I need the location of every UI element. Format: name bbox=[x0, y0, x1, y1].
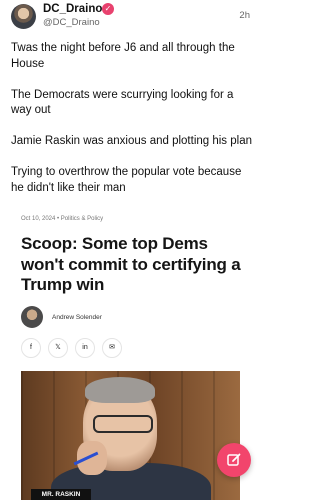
post-paragraph: Jamie Raskin was anxious and plotting hi… bbox=[11, 135, 252, 147]
photo-hair bbox=[85, 377, 155, 403]
post-paragraph: The Democrats were scurrying looking for… bbox=[11, 88, 234, 117]
author-avatar bbox=[21, 306, 43, 328]
avatar[interactable] bbox=[11, 4, 36, 29]
compose-icon bbox=[227, 453, 241, 466]
timestamp: 2h bbox=[239, 10, 250, 21]
nameplate: MR. RASKIN bbox=[31, 489, 91, 500]
post-paragraph: Trying to overthrow the popular vote bec… bbox=[11, 166, 242, 194]
facebook-share-icon[interactable]: f bbox=[21, 338, 41, 358]
linkedin-share-icon[interactable]: in bbox=[75, 338, 95, 358]
post-header: DC_Draino ✓ @DC_Draino 2h bbox=[0, 0, 262, 36]
email-share-icon[interactable]: ✉ bbox=[102, 338, 122, 358]
photo-glasses bbox=[93, 415, 153, 433]
article-meta: Oct 10, 2024 • Politics & Policy bbox=[21, 216, 104, 222]
verified-badge-icon: ✓ bbox=[102, 3, 114, 15]
author-name[interactable]: Andrew Solender bbox=[52, 314, 102, 321]
article-photo[interactable]: MR. RASKIN bbox=[21, 371, 240, 500]
x-share-icon[interactable]: 𝕏 bbox=[48, 338, 68, 358]
handle[interactable]: @DC_Draino bbox=[43, 17, 100, 28]
compose-button[interactable] bbox=[217, 443, 251, 477]
post-paragraph: Twas the night before J6 and all through… bbox=[11, 42, 235, 70]
post-body: Twas the night before J6 and all through… bbox=[11, 41, 256, 212]
article-headline[interactable]: Scoop: Some top Dems won't commit to cer… bbox=[21, 234, 249, 296]
display-name[interactable]: DC_Draino bbox=[43, 3, 102, 15]
